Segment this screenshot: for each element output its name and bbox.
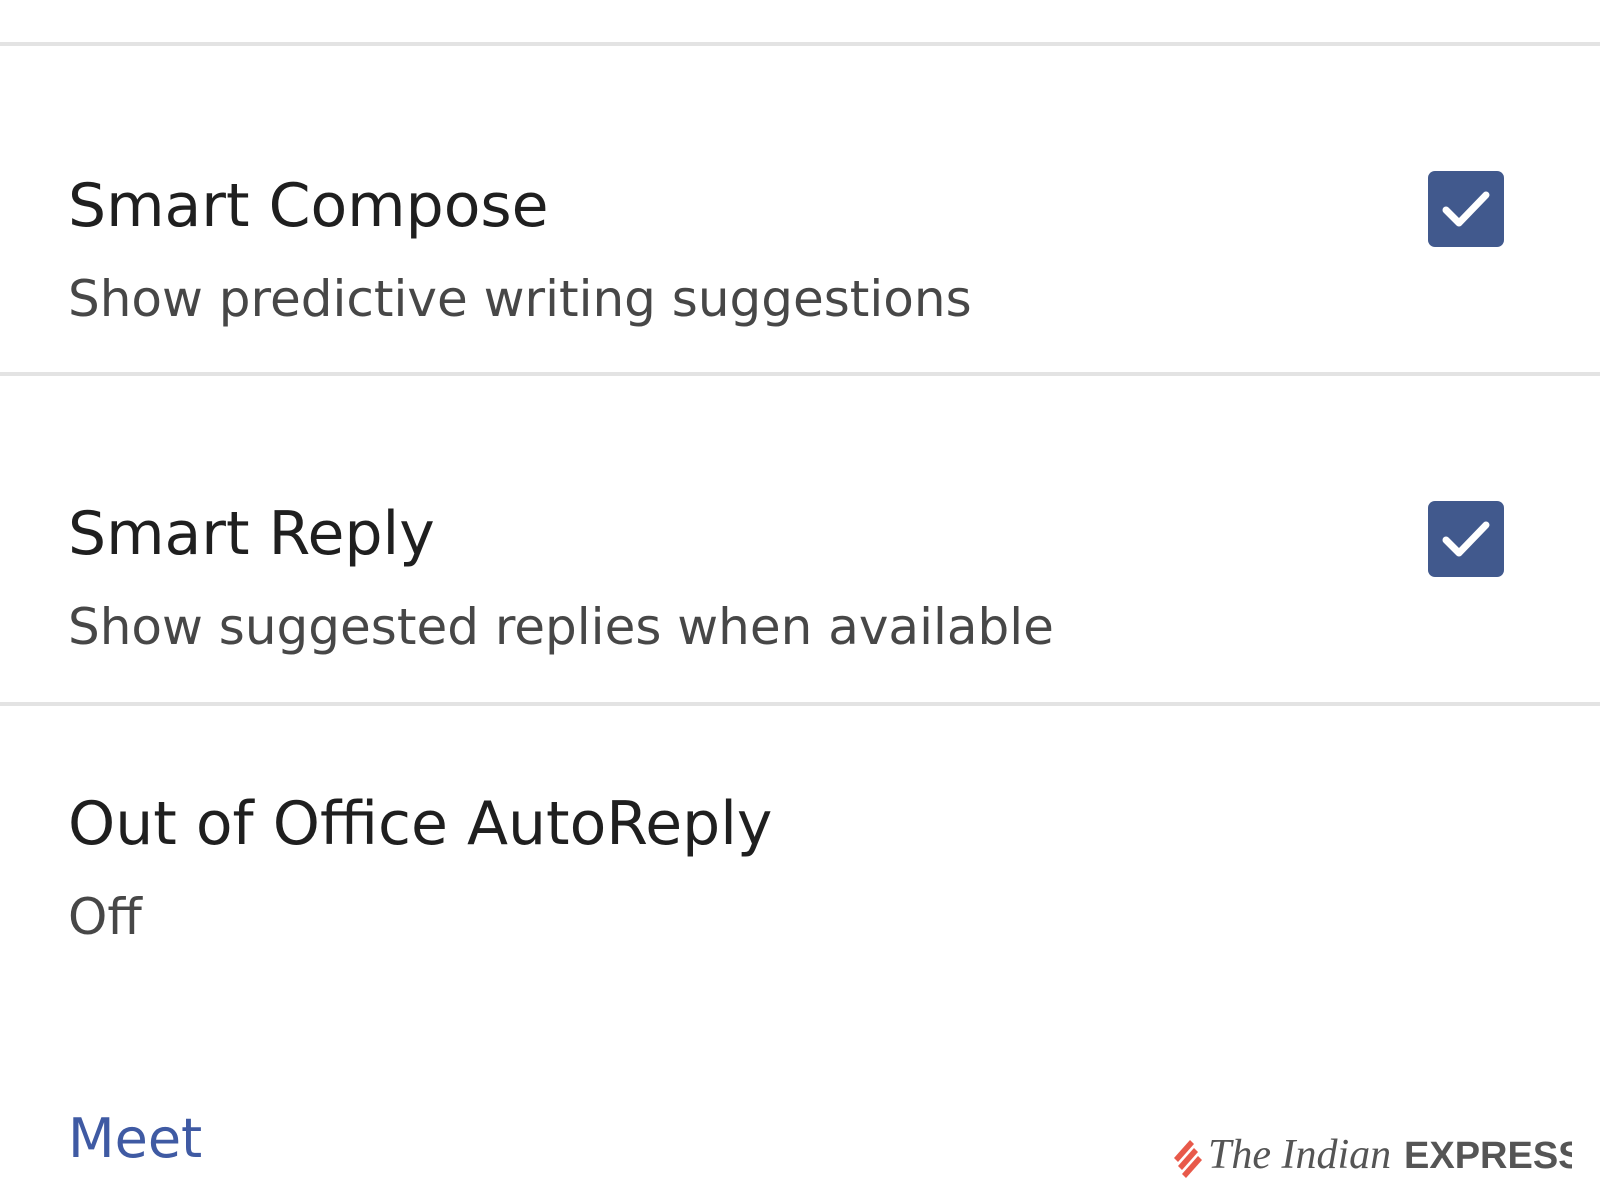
out-of-office-title: Out of Office AutoReply [68,789,773,859]
smart-reply-title: Smart Reply [68,499,435,569]
smart-compose-checkbox[interactable] [1428,171,1504,247]
setting-smart-compose[interactable]: Smart Compose Show predictive writing su… [0,46,1600,374]
setting-smart-reply[interactable]: Smart Reply Show suggested replies when … [0,376,1600,704]
smart-compose-title: Smart Compose [68,171,549,241]
setting-out-of-office[interactable]: Out of Office AutoReply Off [0,706,1600,1046]
out-of-office-status: Off [68,888,142,946]
smart-reply-subtitle: Show suggested replies when available [68,598,1054,656]
section-header-meet: Meet [68,1107,203,1170]
smart-reply-checkbox[interactable] [1428,501,1504,577]
watermark-text-part1: The Indian [1208,1132,1391,1178]
watermark-text-part2: EXPRESS [1404,1135,1572,1177]
watermark-logo: The Indian EXPRESS [1172,1128,1584,1178]
checkmark-icon [1442,521,1490,557]
smart-compose-subtitle: Show predictive writing suggestions [68,270,972,328]
logo-mark-icon [1174,1140,1202,1178]
settings-page: Smart Compose Show predictive writing su… [0,0,1600,1200]
checkmark-icon [1442,191,1490,227]
publisher-logo: The Indian EXPRESS [1174,1132,1584,1178]
